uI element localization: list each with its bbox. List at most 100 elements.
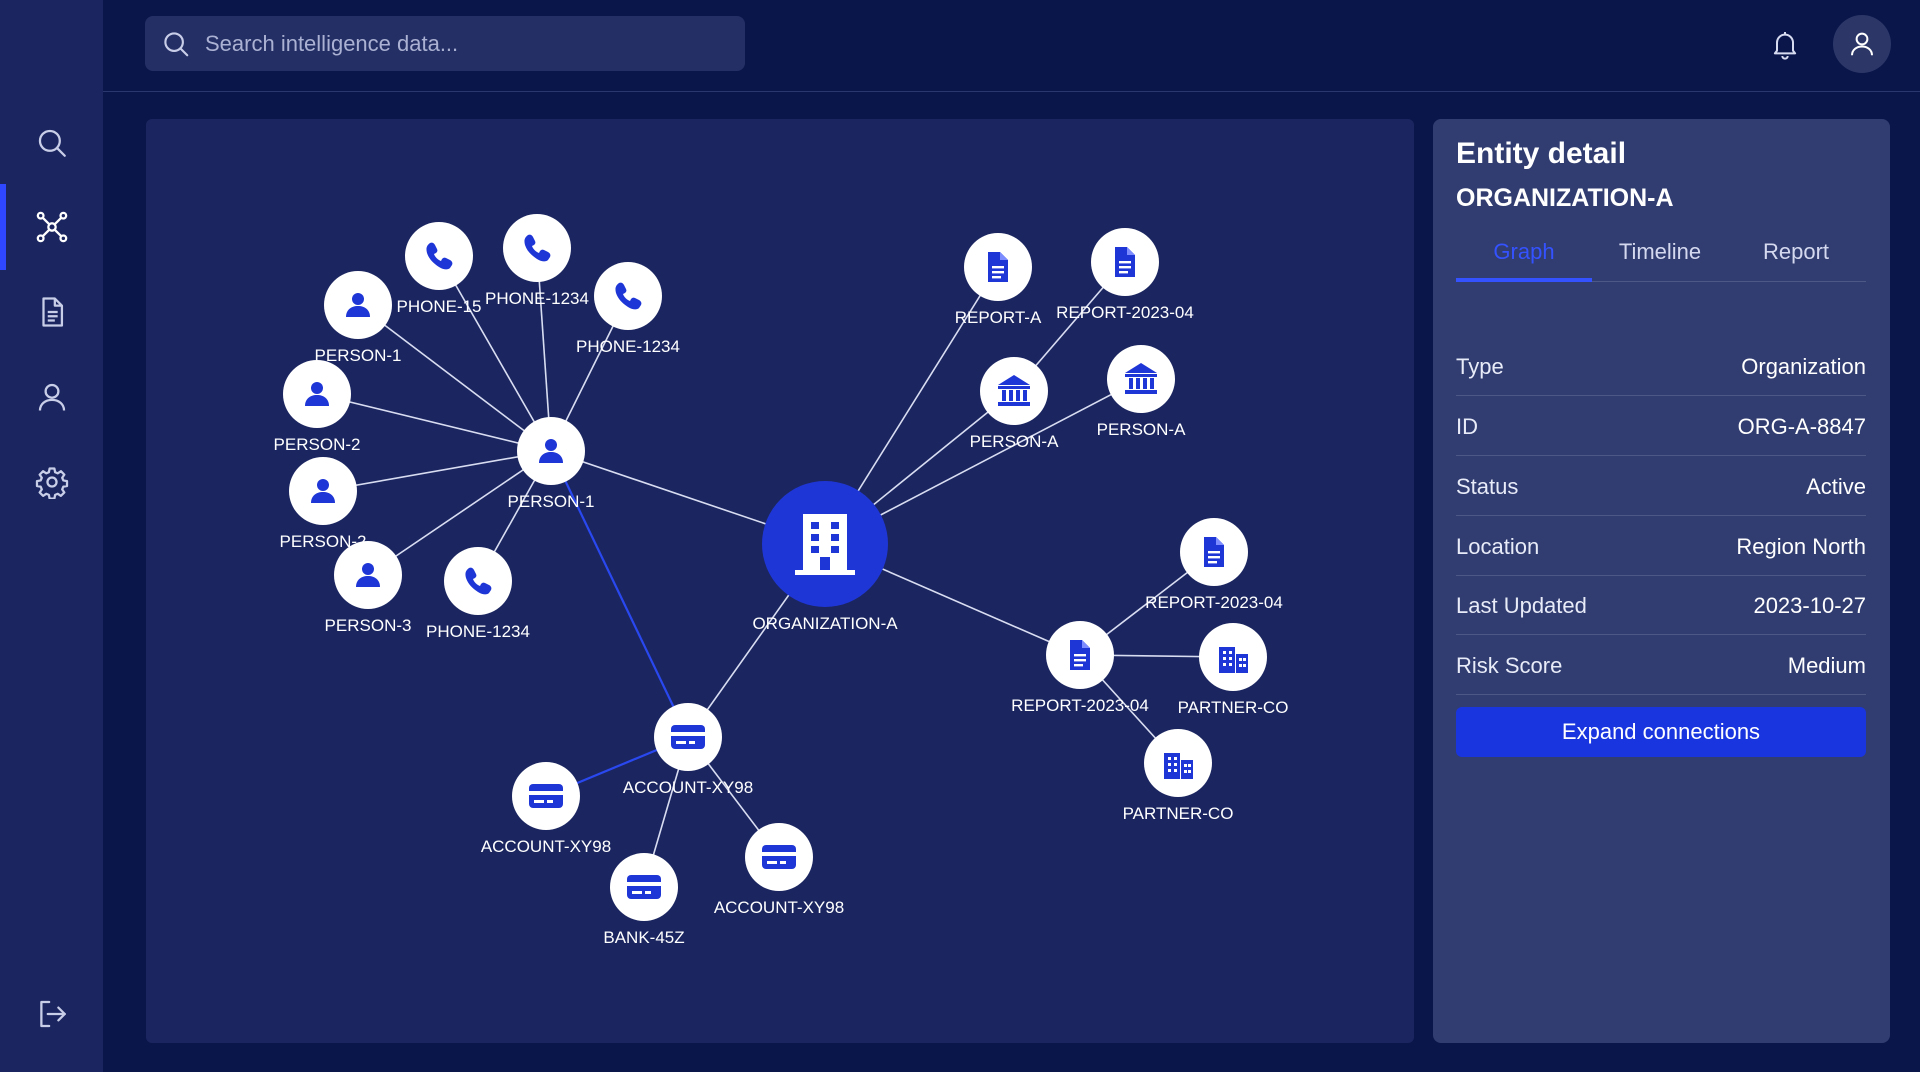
avatar[interactable]: [1833, 15, 1891, 73]
detail-value: Medium: [1787, 653, 1866, 678]
node-circle: [503, 214, 571, 282]
sidebar-item-settings[interactable]: [0, 439, 103, 525]
node-label: PERSON-A: [970, 432, 1059, 451]
detail-row-id: ID ORG-A-8847: [1456, 396, 1866, 456]
graph-node-rep0404b[interactable]: REPORT-2023-04: [1145, 518, 1283, 612]
node-label: PHONE-1234: [576, 337, 680, 356]
search-icon: [38, 129, 66, 157]
user-icon: [1851, 32, 1873, 56]
node-label: PERSON-1: [508, 492, 595, 511]
entity-name: ORGANIZATION-A: [1456, 184, 1674, 212]
card-icon: [529, 784, 563, 808]
graph-node-bankA2[interactable]: PERSON-A: [1097, 345, 1186, 439]
node-circle: [980, 357, 1048, 425]
node-label: REPORT-A: [955, 308, 1042, 327]
expand-connections-button[interactable]: Expand connections: [1456, 707, 1866, 757]
sidebar: [0, 0, 103, 1072]
node-label: ACCOUNT-XY98: [481, 837, 611, 856]
graph-node-ph1234a[interactable]: PHONE-1234: [485, 214, 589, 308]
detail-tabs: Graph Timeline Report: [1456, 239, 1866, 282]
network-graph[interactable]: ORGANIZATION-A PERSON-1 PERSON-1 PERSON-2 PE…: [146, 119, 1414, 1043]
detail-value: Active: [1806, 474, 1866, 499]
node-label: REPORT-2023-04: [1056, 303, 1194, 322]
graph-node-p1c[interactable]: PERSON-1: [508, 417, 595, 511]
node-label: REPORT-2023-04: [1145, 593, 1283, 612]
node-label: PARTNER-CO: [1178, 698, 1289, 717]
detail-value: ORG-A-8847: [1737, 414, 1866, 439]
sidebar-item-graph[interactable]: [0, 184, 103, 270]
search-bar[interactable]: [145, 16, 745, 71]
graph-node-org[interactable]: ORGANIZATION-A: [752, 481, 898, 633]
node-label: ACCOUNT-XY98: [623, 778, 753, 797]
graph-node-partner1[interactable]: PARTNER-CO: [1178, 623, 1289, 717]
graph-node-bank45z[interactable]: BANK-45Z: [603, 853, 685, 947]
graph-node-rep0404c[interactable]: REPORT-2023-04: [1011, 621, 1149, 715]
node-circle: [405, 222, 473, 290]
node-circle: [444, 547, 512, 615]
panel-title: Entity detail: [1456, 137, 1627, 170]
graph-edge: [322, 450, 552, 492]
node-label: PARTNER-CO: [1123, 804, 1234, 823]
search-icon: [164, 31, 189, 56]
node-label: REPORT-2023-04: [1011, 696, 1149, 715]
detail-key: Location: [1456, 534, 1540, 559]
graph-canvas[interactable]: ORGANIZATION-A PERSON-1 PERSON-1 PERSON-2 PE…: [146, 119, 1414, 1043]
detail-value: 2023-10-27: [1753, 593, 1866, 618]
node-label: BANK-45Z: [603, 928, 684, 947]
graph-node-acc3[interactable]: ACCOUNT-XY98: [714, 823, 844, 917]
graph-node-ph15[interactable]: PHONE-15: [396, 222, 482, 316]
graph-node-p2b[interactable]: PERSON-2: [280, 457, 367, 551]
detail-key: Last Updated: [1456, 593, 1587, 618]
detail-key: Type: [1456, 354, 1504, 379]
logout-icon: [39, 1000, 66, 1028]
detail-key: Risk Score: [1456, 653, 1563, 678]
sidebar-item-documents[interactable]: [0, 269, 103, 355]
node-label: ORGANIZATION-A: [752, 614, 898, 633]
tab-timeline[interactable]: Timeline: [1592, 239, 1728, 279]
card-icon: [627, 875, 661, 899]
card-icon: [762, 845, 796, 869]
node-label: ACCOUNT-XY98: [714, 898, 844, 917]
detail-value: Region North: [1736, 534, 1866, 559]
graph-node-acc1[interactable]: ACCOUNT-XY98: [623, 703, 753, 797]
node-circle: [594, 262, 662, 330]
tab-graph[interactable]: Graph: [1456, 239, 1592, 282]
node-label: PHONE-15: [396, 297, 481, 316]
building-icon: [795, 514, 855, 575]
node-label: PHONE-1234: [485, 289, 589, 308]
notifications-button[interactable]: [1763, 22, 1807, 66]
node-circle: [1107, 345, 1175, 413]
sidebar-item-search[interactable]: [0, 100, 103, 186]
graph-edge: [357, 304, 552, 452]
node-label: PERSON-2: [274, 435, 361, 454]
detail-row-type: Type Organization: [1456, 336, 1866, 396]
graph-node-rep0404a[interactable]: REPORT-2023-04: [1056, 228, 1194, 322]
logout-button[interactable]: [0, 971, 103, 1057]
search-input[interactable]: [203, 29, 727, 58]
graph-node-ph1234b[interactable]: PHONE-1234: [576, 262, 680, 356]
graph-node-partner2[interactable]: PARTNER-CO: [1123, 729, 1234, 823]
detail-row-location: Location Region North: [1456, 516, 1866, 576]
network-graph-icon: [36, 211, 67, 243]
detail-value: Organization: [1741, 354, 1866, 379]
graph-node-ph1234c[interactable]: PHONE-1234: [426, 547, 530, 641]
graph-node-p2a[interactable]: PERSON-2: [274, 360, 361, 454]
node-label: PERSON-3: [325, 616, 412, 635]
graph-node-p1t[interactable]: PERSON-1: [315, 271, 402, 365]
node-label: PERSON-A: [1097, 420, 1186, 439]
user-icon: [38, 383, 65, 411]
tab-report[interactable]: Report: [1728, 239, 1864, 279]
gear-icon: [35, 467, 68, 499]
graph-node-repA[interactable]: REPORT-A: [955, 233, 1042, 327]
detail-row-last-updated: Last Updated 2023-10-27: [1456, 575, 1866, 635]
entity-detail-panel: Entity detail ORGANIZATION-A Graph Timel…: [1433, 119, 1890, 1043]
node-label: PHONE-1234: [426, 622, 530, 641]
document-icon: [41, 297, 63, 327]
bell-icon: [1773, 32, 1797, 60]
sidebar-item-people[interactable]: [0, 354, 103, 440]
detail-row-status: Status Active: [1456, 456, 1866, 516]
detail-row-risk-score: Risk Score Medium: [1456, 635, 1866, 695]
graph-node-bankA1[interactable]: PERSON-A: [970, 357, 1059, 451]
top-bar: [103, 0, 1920, 92]
detail-key: Status: [1456, 474, 1519, 499]
